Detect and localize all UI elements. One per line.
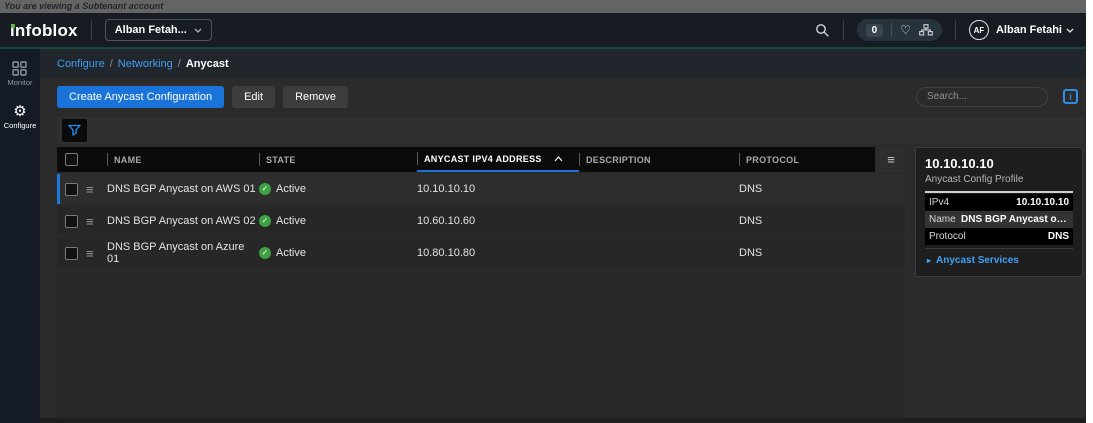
expander-triangle-icon: ▸	[927, 255, 932, 265]
app-header: infoblox Alban Fetah... 0 ♡ AF Alban Fet…	[0, 13, 1086, 49]
cell-protocol: DNS	[739, 247, 763, 259]
row-menu-icon[interactable]: ≡	[86, 183, 94, 196]
active-status-icon: ✓	[259, 183, 271, 195]
cell-description	[579, 238, 739, 268]
cell-ipv4: 10.10.10.10	[417, 183, 476, 195]
cell-description	[579, 206, 739, 236]
column-header-state[interactable]: STATE	[259, 147, 417, 172]
grid-icon	[12, 61, 28, 76]
table-row[interactable]: ≡ DNS BGP Anycast on AWS 02 ✓ Active 10.…	[57, 206, 905, 236]
table-row[interactable]: ≡ DNS BGP Anycast on Azure 01 ✓ Active 1…	[57, 238, 905, 268]
sitemap-icon[interactable]	[919, 24, 933, 36]
cell-protocol: DNS	[739, 183, 763, 195]
table-body: ≡ DNS BGP Anycast on AWS 01 ✓ Active 10.…	[57, 174, 905, 268]
subtenant-banner: You are viewing a Subtenant account	[0, 0, 1086, 13]
detail-panel-title: 10.10.10.10	[925, 156, 994, 171]
breadcrumb: Configure / Networking / Anycast	[40, 49, 1086, 78]
user-name: Alban Fetahi	[995, 24, 1062, 36]
table-row[interactable]: ≡ DNS BGP Anycast on AWS 01 ✓ Active 10.…	[57, 174, 905, 204]
detail-panel-fields: IPv4 10.10.10.10 Name DNS BGP Anycast on…	[925, 194, 1073, 245]
header-divider	[842, 20, 844, 40]
select-all-checkbox[interactable]	[65, 153, 78, 166]
detail-panel-subtitle: Anycast Config Profile	[925, 174, 1024, 185]
cell-state: ✓ Active	[259, 238, 417, 268]
info-icon[interactable]: i	[1063, 89, 1078, 104]
search-icon[interactable]	[815, 23, 830, 38]
row-checkbox[interactable]	[65, 214, 78, 228]
detail-field-name: Name DNS BGP Anycast on A...	[925, 211, 1073, 228]
content-row: NAME STATE ANYCAST IPV4 ADDRESS DESCRIPT…	[57, 147, 1084, 418]
account-switcher-button[interactable]: Alban Fetah...	[104, 19, 212, 41]
sidebar-item-configure[interactable]: ⚙ Configure	[4, 104, 37, 130]
table-empty-area	[57, 270, 905, 418]
row-controls-cell: ≡	[57, 174, 107, 204]
row-controls-cell: ≡	[57, 206, 107, 236]
infoblox-logo: infoblox	[10, 20, 78, 40]
breadcrumb-anycast: Anycast	[185, 57, 229, 70]
cell-ipv4: 10.60.10.60	[417, 215, 476, 227]
logo-green-dot	[11, 24, 15, 28]
column-settings-button[interactable]: ≡	[877, 147, 905, 172]
app-body: Monitor ⚙ Configure Configure / Networki…	[0, 49, 1086, 423]
create-anycast-configuration-button[interactable]: Create Anycast Configuration	[57, 85, 225, 108]
anycast-services-expander[interactable]: ▸ Anycast Services	[925, 248, 1073, 268]
filter-button[interactable]	[62, 119, 87, 142]
cell-state: ✓ Active	[259, 206, 417, 236]
gear-icon: ⚙	[13, 103, 27, 120]
active-status-icon: ✓	[259, 215, 271, 227]
search-input[interactable]	[916, 86, 1048, 107]
detail-panel: 10.10.10.10 Anycast Config Profile IPv4 …	[915, 147, 1083, 277]
row-menu-icon[interactable]: ≡	[86, 215, 94, 228]
cell-protocol: DNS	[739, 215, 763, 227]
cell-name: DNS BGP Anycast on Azure 01	[107, 241, 245, 265]
header-divider	[90, 20, 92, 40]
row-checkbox[interactable]	[65, 246, 78, 260]
favorites-heart-icon[interactable]: ♡	[900, 24, 911, 36]
sidebar-item-monitor[interactable]: Monitor	[7, 61, 33, 87]
breadcrumb-separator: /	[177, 57, 181, 70]
hamburger-icon: ≡	[887, 152, 895, 167]
detail-panel-divider	[925, 191, 1073, 193]
user-menu-chevron-icon[interactable]	[1066, 28, 1074, 33]
anycast-table: NAME STATE ANYCAST IPV4 ADDRESS DESCRIPT…	[57, 147, 905, 418]
breadcrumb-networking[interactable]: Networking	[118, 58, 173, 70]
funnel-icon	[68, 124, 81, 136]
active-status-icon: ✓	[259, 247, 271, 259]
header-checkbox-cell	[57, 147, 107, 172]
sort-ascending-icon	[554, 155, 563, 161]
row-checkbox[interactable]	[65, 182, 78, 196]
table-header-row: NAME STATE ANYCAST IPV4 ADDRESS DESCRIPT…	[57, 147, 905, 172]
cell-ipv4: 10.80.10.80	[417, 247, 476, 259]
breadcrumb-separator: /	[109, 57, 113, 70]
cell-state: ✓ Active	[259, 174, 417, 204]
filter-bar	[57, 117, 1084, 144]
app-window: You are viewing a Subtenant account info…	[0, 0, 1086, 423]
column-header-anycast-ipv4-address[interactable]: ANYCAST IPV4 ADDRESS	[417, 147, 579, 172]
column-header-protocol[interactable]: PROTOCOL	[739, 147, 875, 172]
row-controls-cell: ≡	[57, 238, 107, 268]
table-header: NAME STATE ANYCAST IPV4 ADDRESS DESCRIPT…	[57, 147, 875, 172]
chevron-down-icon	[194, 28, 202, 33]
row-menu-icon[interactable]: ≡	[86, 247, 94, 260]
detail-field-ipv4: IPv4 10.10.10.10	[925, 194, 1073, 211]
subtenant-banner-text: You are viewing a Subtenant account	[4, 1, 164, 11]
header-icon-group: 0 ♡	[856, 19, 942, 41]
sidebar-nav: Monitor ⚙ Configure	[0, 49, 40, 423]
notification-count-badge[interactable]: 0	[865, 23, 884, 37]
bottom-strip	[40, 418, 1086, 423]
column-header-name[interactable]: NAME	[107, 147, 259, 172]
main-content: Configure / Networking / Anycast Create …	[40, 49, 1086, 423]
user-avatar[interactable]: AF	[968, 20, 989, 40]
pill-divider	[891, 23, 893, 37]
action-toolbar: Create Anycast Configuration Edit Remove…	[40, 78, 1086, 115]
column-header-description[interactable]: DESCRIPTION	[579, 147, 739, 172]
cell-name: DNS BGP Anycast on AWS 02	[107, 215, 256, 227]
header-divider	[954, 20, 956, 40]
cell-name: DNS BGP Anycast on AWS 01	[107, 183, 256, 195]
cell-description	[579, 174, 739, 204]
breadcrumb-configure[interactable]: Configure	[57, 58, 105, 70]
detail-field-protocol: Protocol DNS	[925, 228, 1073, 245]
remove-button[interactable]: Remove	[283, 85, 349, 108]
edit-button[interactable]: Edit	[232, 85, 276, 108]
